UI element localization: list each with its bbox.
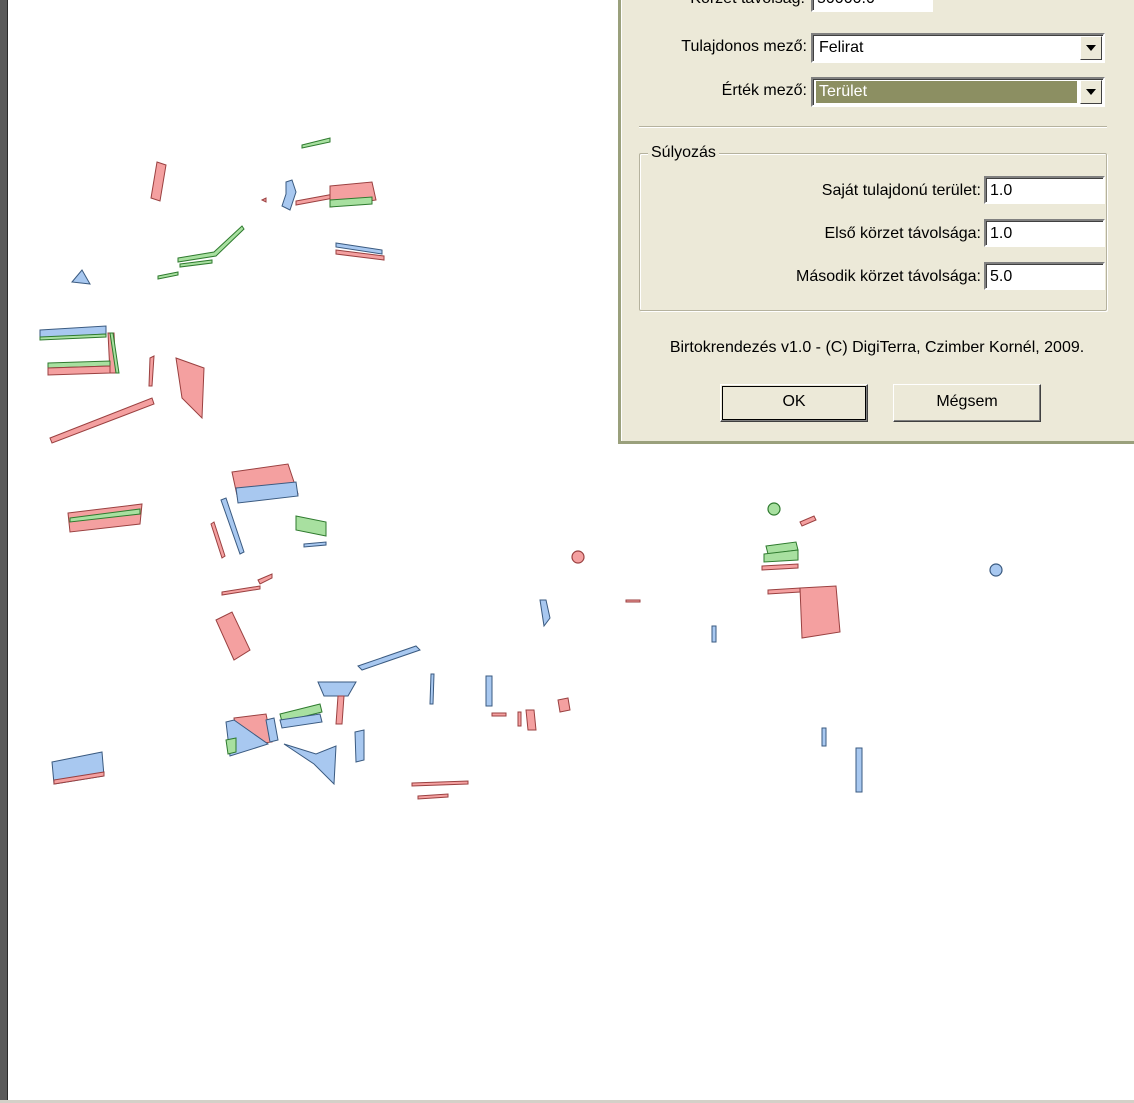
- parcel-12[interactable]: [71, 269, 91, 285]
- parcel-54[interactable]: [417, 793, 449, 800]
- value-field-label: Érték mező:: [721, 82, 807, 99]
- chevron-down-icon: [1086, 45, 1096, 51]
- ok-button[interactable]: OK: [720, 384, 868, 422]
- parcel-57[interactable]: [799, 515, 817, 527]
- parcel-30[interactable]: [221, 585, 261, 596]
- parcel-63[interactable]: [821, 727, 827, 747]
- second-district-label: Második körzet távolsága:: [796, 268, 981, 285]
- value-field-dropdown-button[interactable]: [1080, 80, 1102, 104]
- weighting-group-title: Súlyozás: [648, 143, 719, 163]
- parcel-44[interactable]: [429, 673, 435, 705]
- owner-field-select[interactable]: Felirat: [811, 33, 1105, 63]
- parcel-9[interactable]: [177, 225, 245, 263]
- parcel-56[interactable]: [711, 625, 717, 643]
- second-district-input[interactable]: 5.0: [984, 262, 1105, 290]
- parcel-48[interactable]: [525, 709, 537, 731]
- parcel-32[interactable]: [215, 611, 251, 661]
- parcel-64[interactable]: [855, 747, 863, 793]
- parcel-1[interactable]: [150, 161, 167, 202]
- parcel-47[interactable]: [517, 711, 522, 727]
- parcel-34[interactable]: [317, 681, 357, 697]
- own-area-label: Saját tulajdonú terület:: [821, 182, 981, 199]
- owner-field-value: Felirat: [819, 39, 864, 56]
- distance-group-bottom-edge: [639, 126, 1107, 128]
- settings-dialog: Körzet távolság: 50000.0 Tulajdonos mező…: [618, 0, 1134, 444]
- own-area-input[interactable]: 1.0: [984, 176, 1105, 204]
- parcel-60[interactable]: [761, 563, 799, 571]
- parcel-53[interactable]: [411, 780, 469, 787]
- parcel-50[interactable]: [539, 599, 551, 628]
- parcel-4[interactable]: [295, 193, 335, 206]
- parcel-2[interactable]: [281, 179, 297, 211]
- first-district-label: Első körzet távolsága:: [824, 225, 981, 242]
- district-center-point-3[interactable]: [989, 563, 1003, 577]
- parcel-38[interactable]: [225, 737, 237, 755]
- chevron-down-icon: [1086, 89, 1096, 95]
- parcel-29[interactable]: [303, 541, 327, 548]
- parcel-21[interactable]: [49, 397, 155, 444]
- parcel-33[interactable]: [357, 645, 421, 671]
- district-center-point-2[interactable]: [571, 550, 585, 564]
- value-field-select[interactable]: Terület: [811, 77, 1105, 107]
- parcel-31[interactable]: [257, 573, 273, 585]
- first-district-input[interactable]: 1.0: [984, 219, 1105, 247]
- parcel-20[interactable]: [175, 357, 205, 420]
- parcel-61[interactable]: [767, 587, 801, 595]
- parcel-62[interactable]: [799, 585, 841, 639]
- parcel-27[interactable]: [210, 521, 226, 559]
- parcel-49[interactable]: [557, 697, 571, 713]
- window-left-border: [0, 0, 8, 1103]
- cancel-button[interactable]: Mégsem: [893, 384, 1041, 422]
- parcel-26[interactable]: [220, 497, 245, 555]
- parcel-43[interactable]: [354, 729, 365, 763]
- value-field-value: Terület: [816, 81, 1077, 103]
- parcel-19[interactable]: [148, 355, 155, 387]
- district-center-point-1[interactable]: [767, 502, 781, 516]
- parcel-0[interactable]: [301, 137, 331, 149]
- district-distance-input[interactable]: 50000.0: [811, 0, 933, 12]
- district-distance-label: Körzet távolság:: [661, 0, 805, 9]
- parcel-45[interactable]: [485, 675, 493, 707]
- parcel-18[interactable]: [47, 365, 111, 376]
- parcel-3[interactable]: [260, 197, 267, 203]
- owner-field-label: Tulajdonos mező:: [681, 38, 807, 55]
- parcel-55[interactable]: [625, 599, 641, 603]
- parcel-28[interactable]: [295, 515, 327, 537]
- parcel-35[interactable]: [335, 695, 345, 725]
- copyright-text: Birtokrendezés v1.0 - (C) DigiTerra, Czi…: [669, 339, 1085, 356]
- parcel-42[interactable]: [283, 743, 337, 786]
- parcel-46[interactable]: [491, 712, 507, 717]
- parcel-11[interactable]: [157, 271, 179, 280]
- owner-field-dropdown-button[interactable]: [1080, 36, 1102, 60]
